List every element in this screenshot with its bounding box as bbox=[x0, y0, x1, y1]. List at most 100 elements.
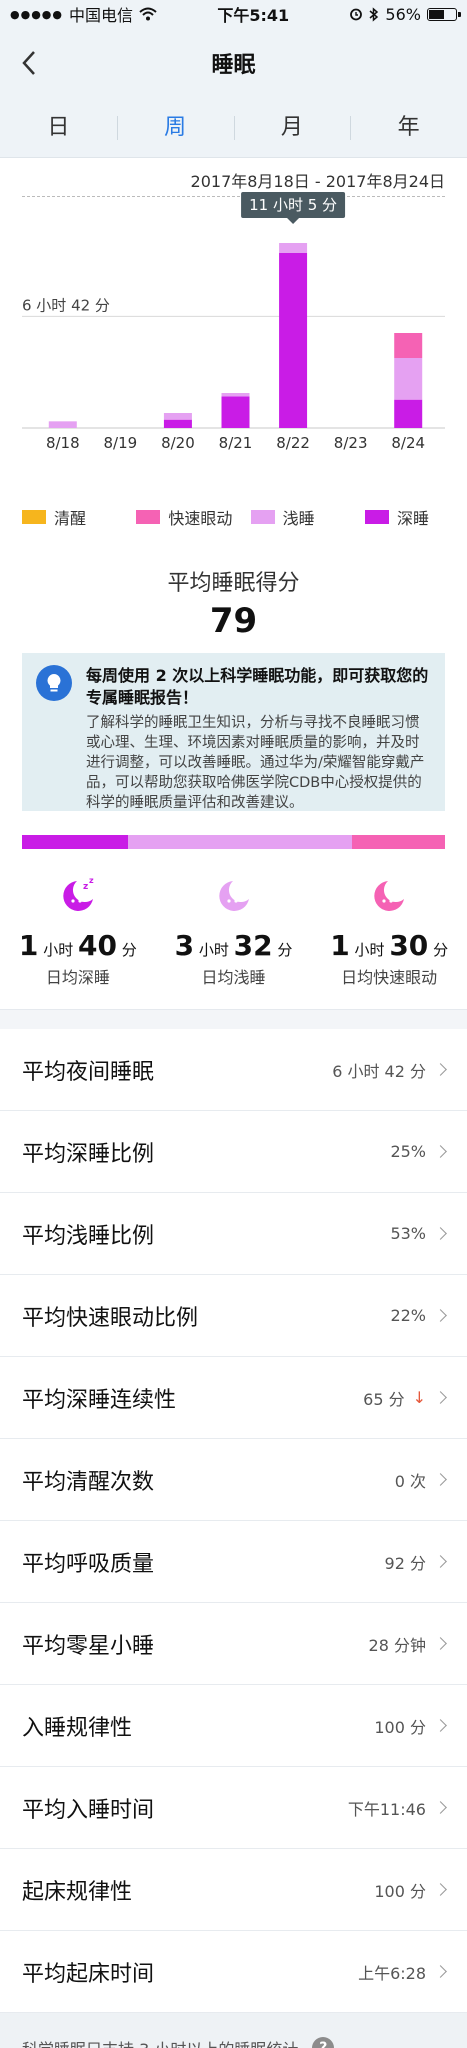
legend-awake: 清醒 bbox=[22, 505, 136, 529]
stat-rem: 1 小时 30 分 日均快速眼动 bbox=[311, 859, 467, 1009]
stat-deep-caption: 日均深睡 bbox=[45, 968, 110, 987]
metric-value: 上午6:28 bbox=[358, 1963, 426, 1983]
footer-text: 科学睡眠只支持 3 小时以上的睡眠统计 bbox=[22, 2036, 298, 2048]
metric-label: 平均呼吸质量 bbox=[22, 1551, 155, 1577]
x-tick-label: 8/22 bbox=[276, 434, 310, 452]
metric-row[interactable]: 平均夜间睡眠 6 小时 42 分 bbox=[0, 1029, 467, 1111]
metric-value: 下午11:46 bbox=[347, 1799, 426, 1819]
top-section: ●●●●● 中国电信 下午5:41 56% 睡眠 日 周 月 年 bbox=[0, 0, 467, 158]
bar-deep-3[interactable] bbox=[221, 396, 250, 428]
clock: 下午5:41 bbox=[217, 6, 290, 25]
metric-row[interactable]: 平均快速眼动比例 22% bbox=[0, 1275, 467, 1357]
legend-swatch-rem bbox=[136, 510, 161, 524]
legend-deep: 深睡 bbox=[364, 505, 445, 529]
ratio-bar-section bbox=[0, 821, 467, 859]
tab-day[interactable]: 日 bbox=[0, 98, 117, 158]
battery-percent: 56% bbox=[385, 4, 421, 24]
bar-deep-2[interactable] bbox=[163, 419, 192, 428]
x-tick-label: 8/20 bbox=[161, 434, 195, 452]
period-tabs: 日 周 月 年 bbox=[0, 98, 467, 158]
deep-sleep-moon-icon: zz bbox=[63, 876, 94, 911]
tab-month[interactable]: 月 bbox=[233, 98, 351, 158]
carrier: 中国电信 bbox=[69, 6, 134, 25]
metric-label: 平均快速眼动比例 bbox=[22, 1305, 199, 1331]
tip-title: 每周使用 2 次以上科学睡眠功能，即可获取您的专属睡眠报告！ bbox=[86, 666, 429, 707]
metric-value: 22% bbox=[390, 1306, 426, 1325]
metric-row[interactable]: 平均清醒次数 0 次 bbox=[0, 1439, 467, 1521]
bar-light-0[interactable] bbox=[48, 421, 77, 428]
metric-row[interactable]: 平均深睡连续性 65 分 ↓ bbox=[0, 1357, 467, 1439]
bar-light-3[interactable] bbox=[221, 393, 250, 397]
stat-light: 3 小时 32 分 日均浅睡 bbox=[156, 859, 312, 1009]
metric-value: 65 分 bbox=[363, 1389, 405, 1409]
help-icon[interactable]: ? bbox=[312, 2037, 335, 2048]
metric-row[interactable]: 入睡规律性 100 分 bbox=[0, 1685, 467, 1767]
chevron-right-icon bbox=[434, 1965, 447, 1978]
bar-deep-6[interactable] bbox=[394, 399, 423, 428]
metric-label: 平均清醒次数 bbox=[22, 1469, 155, 1495]
metric-label: 平均零星小睡 bbox=[22, 1633, 155, 1659]
wifi-icon bbox=[139, 7, 157, 21]
nav-bar: 睡眠 bbox=[0, 28, 467, 98]
metric-label: 平均入睡时间 bbox=[22, 1797, 155, 1823]
metric-row[interactable]: 平均浅睡比例 53% bbox=[0, 1193, 467, 1275]
metric-value: 0 次 bbox=[394, 1471, 426, 1491]
metric-row[interactable]: 平均起床时间 上午6:28 bbox=[0, 1931, 467, 2013]
section-gap bbox=[0, 1009, 467, 1029]
tab-week[interactable]: 周 bbox=[116, 98, 234, 158]
bar-rem-6[interactable] bbox=[394, 333, 423, 358]
metric-value: 6 小时 42 分 bbox=[332, 1061, 426, 1081]
metric-value: 100 分 bbox=[374, 1717, 426, 1737]
metric-label: 起床规律性 bbox=[22, 1879, 133, 1905]
legend-swatch-awake bbox=[22, 510, 46, 524]
chevron-right-icon bbox=[434, 1309, 447, 1322]
chevron-right-icon bbox=[434, 1801, 447, 1814]
bar-light-2[interactable] bbox=[163, 413, 192, 420]
ratio-segment-deep bbox=[22, 835, 128, 849]
metric-row[interactable]: 平均入睡时间 下午11:46 bbox=[0, 1767, 467, 1849]
bar-deep-4[interactable] bbox=[279, 253, 308, 428]
metric-row[interactable]: 起床规律性 100 分 bbox=[0, 1849, 467, 1931]
chevron-right-icon bbox=[434, 1391, 447, 1404]
x-tick-label: 8/19 bbox=[104, 434, 138, 452]
legend-swatch-deep bbox=[364, 510, 389, 524]
chevron-right-icon bbox=[434, 1473, 447, 1486]
stat-light-value: 3 小时 32 分 bbox=[174, 929, 293, 962]
metric-row[interactable]: 平均呼吸质量 92 分 bbox=[0, 1521, 467, 1603]
bar-light-6[interactable] bbox=[394, 358, 423, 400]
x-tick-label: 8/18 bbox=[46, 434, 80, 452]
light-sleep-moon-icon bbox=[218, 881, 249, 911]
stat-deep-value: 1 小时 40 分 bbox=[18, 929, 137, 962]
sleep-score: 平均睡眠得分 79 bbox=[0, 543, 467, 653]
sleep-bar-chart[interactable]: 6 小时 42 分 8/18 8/19 8/20 8/21 8/22 11 小时 5 分 8/… bbox=[0, 158, 467, 491]
trend-down-icon: ↓ bbox=[412, 1388, 426, 1407]
stat-rem-value: 1 小时 30 分 bbox=[330, 929, 449, 962]
sleep-chart: 2017年8月18日 - 2017年8月24日 6 小时 42 分 8/18 8/1… bbox=[0, 158, 467, 491]
metric-row[interactable]: 平均零星小睡 28 分钟 bbox=[0, 1603, 467, 1685]
legend-light: 浅睡 bbox=[250, 505, 365, 529]
svg-text:z: z bbox=[89, 876, 94, 885]
status-bar: ●●●●● 中国电信 下午5:41 56% bbox=[0, 0, 467, 28]
metric-label: 平均深睡比例 bbox=[22, 1141, 155, 1167]
stat-light-caption: 日均浅睡 bbox=[201, 968, 266, 987]
x-tick-label: 8/21 bbox=[219, 434, 253, 452]
metric-label: 平均深睡连续性 bbox=[22, 1387, 177, 1413]
tip-section: 每周使用 2 次以上科学睡眠功能，即可获取您的专属睡眠报告！ 了解科学的睡眠卫生… bbox=[0, 653, 467, 821]
legend-swatch-light bbox=[250, 510, 275, 524]
tab-year[interactable]: 年 bbox=[350, 98, 467, 158]
bar-light-4[interactable] bbox=[279, 243, 308, 253]
rem-sleep-moon-icon bbox=[374, 881, 405, 911]
alarm-icon bbox=[350, 8, 363, 21]
tip-body: 了解科学的睡眠卫生知识，分析与寻找不良睡眠习惯或心理、生理、环境因素对睡眠质量的… bbox=[86, 715, 425, 811]
tooltip-label: 11 小时 5 分 bbox=[249, 196, 337, 214]
tip-card[interactable]: 每周使用 2 次以上科学睡眠功能，即可获取您的专属睡眠报告！ 了解科学的睡眠卫生… bbox=[22, 653, 445, 811]
sleep-metrics-list: 平均夜间睡眠 6 小时 42 分平均深睡比例 25% 平均浅睡比例 53% 平均快速眼动比… bbox=[0, 1029, 467, 2013]
metric-row[interactable]: 平均深睡比例 25% bbox=[0, 1111, 467, 1193]
bluetooth-icon bbox=[369, 6, 379, 22]
battery-icon bbox=[426, 7, 461, 21]
page-title: 睡眠 bbox=[211, 53, 256, 78]
reference-line-label: 6 小时 42 分 bbox=[22, 296, 110, 314]
back-button[interactable] bbox=[14, 48, 44, 78]
chevron-right-icon bbox=[434, 1555, 447, 1568]
ratio-segment-light bbox=[127, 835, 352, 849]
